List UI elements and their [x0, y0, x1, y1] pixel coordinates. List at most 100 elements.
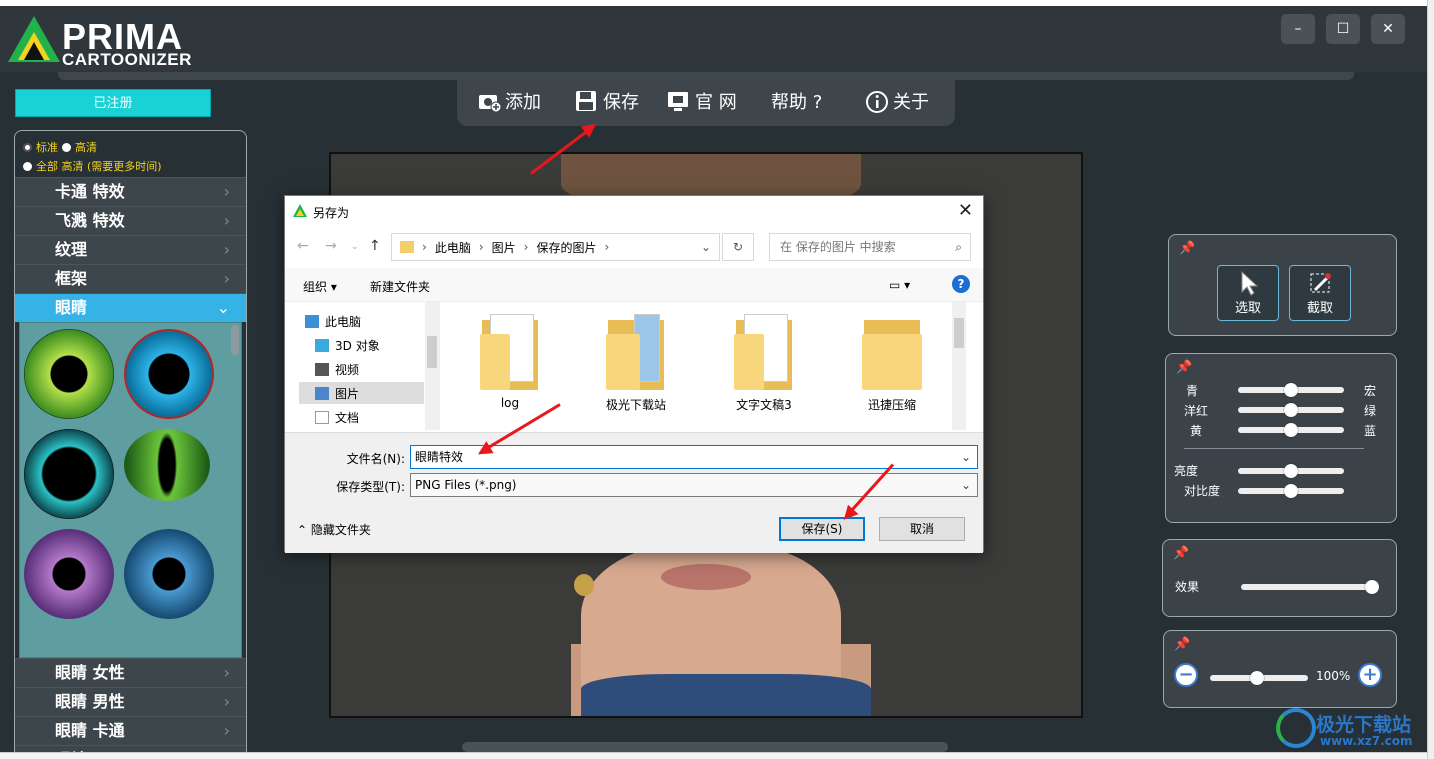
eye-thumb-blue2[interactable] — [124, 529, 214, 619]
forward-arrow-icon[interactable]: → — [325, 238, 337, 254]
back-arrow-icon[interactable]: ← — [297, 238, 309, 254]
pin-icon[interactable]: 📌 — [1179, 241, 1195, 256]
magenta-green-slider[interactable] — [1238, 403, 1344, 417]
category-label: 眼睛 男性 — [55, 692, 125, 711]
new-folder-button[interactable]: 新建文件夹 — [370, 278, 430, 295]
breadcrumb-item[interactable]: 保存的图片 — [536, 239, 596, 256]
close-button[interactable]: ✕ — [1371, 14, 1405, 44]
hide-folders-toggle[interactable]: ⌃ 隐藏文件夹 — [297, 521, 371, 538]
refresh-icon[interactable]: ↻ — [722, 233, 754, 261]
registered-button[interactable]: 已注册 — [15, 89, 211, 117]
cyan-red-slider[interactable] — [1238, 383, 1344, 397]
watermark: 极光下载站 www.xz7.com — [1272, 706, 1432, 754]
recent-chevron-icon[interactable]: ⌄ — [351, 242, 359, 252]
category-label: 眼睛 卡通 — [55, 721, 125, 740]
pin-icon[interactable]: 📌 — [1174, 637, 1190, 652]
radio-standard[interactable] — [23, 142, 32, 152]
page-scrollbar[interactable] — [1427, 0, 1434, 759]
select-tool-button[interactable]: 选取 — [1217, 265, 1279, 321]
thumb-scrollbar[interactable] — [231, 325, 239, 355]
folder-item[interactable]: log — [450, 312, 570, 410]
zoom-in-icon[interactable]: + — [1358, 663, 1382, 687]
category-splash[interactable]: 飞溅 特效 › — [15, 206, 246, 235]
nav-videos[interactable]: 视频 — [299, 358, 424, 380]
cube-icon — [315, 338, 329, 352]
eyedropper-icon — [1310, 273, 1331, 293]
minimize-button[interactable]: – — [1281, 14, 1315, 44]
nav-scrollbar[interactable] — [425, 302, 439, 430]
organize-button[interactable]: 组织 ▾ — [303, 278, 337, 295]
nav-documents[interactable]: 文档 — [299, 406, 424, 428]
radio-all-hd[interactable] — [23, 161, 32, 171]
menu-website-label: 官 网 — [695, 92, 737, 113]
eye-thumb-teal[interactable] — [24, 429, 114, 519]
nav-pictures[interactable]: 图片 — [299, 382, 424, 404]
chevron-down-icon: ⌄ — [216, 298, 230, 317]
yellow-blue-slider[interactable] — [1238, 423, 1344, 437]
up-arrow-icon[interactable]: ↑ — [369, 238, 381, 254]
category-eyes-female[interactable]: 眼睛 女性 › — [15, 658, 246, 687]
radio-hd-label: 高清 — [75, 141, 97, 154]
app-logo: PRIMA CARTOONIZER — [6, 12, 196, 69]
radio-hd[interactable] — [62, 142, 71, 152]
dialog-close-icon[interactable]: ✕ — [958, 200, 973, 221]
zoom-slider[interactable] — [1210, 671, 1308, 685]
brightness-slider[interactable] — [1238, 464, 1344, 478]
category-frame[interactable]: 框架 › — [15, 264, 246, 293]
pin-icon[interactable]: 📌 — [1176, 360, 1192, 375]
category-glasses[interactable]: 眼镜› — [15, 745, 246, 752]
folder-item[interactable]: 极光下载站 — [576, 312, 696, 413]
chevron-down-icon[interactable]: ⌄ — [961, 446, 971, 468]
menu-about[interactable]: 关于 — [865, 88, 929, 114]
canvas-scrollbar[interactable] — [462, 742, 948, 752]
breadcrumb-item[interactable]: 此电脑 — [435, 239, 471, 256]
category-texture[interactable]: 纹理 › — [15, 235, 246, 264]
cancel-button[interactable]: 取消 — [879, 517, 965, 541]
folder-item[interactable]: 迅捷压缩 — [832, 312, 952, 413]
nav-this-pc[interactable]: 此电脑 — [299, 310, 424, 332]
camera-add-icon — [477, 90, 502, 113]
category-eyes[interactable]: 眼睛 ⌄ — [15, 293, 246, 322]
address-bar[interactable]: › 此电脑 › 图片 › 保存的图片 › ⌄ — [391, 233, 720, 261]
search-input[interactable]: 在 保存的图片 中搜索 ⌕ — [769, 233, 971, 261]
floppy-disk-icon — [575, 90, 599, 112]
effect-slider[interactable] — [1241, 580, 1379, 594]
watermark-url: www.xz7.com — [1320, 734, 1413, 748]
eye-thumb-blue[interactable] — [124, 329, 214, 419]
quality-options: 标准 高清 全部 高清 (需要更多时间) — [15, 131, 246, 177]
nav-3d-objects[interactable]: 3D 对象 — [299, 334, 424, 356]
menu-website[interactable]: 官 网 — [667, 88, 737, 114]
filetype-select[interactable]: PNG Files (*.png) ⌄ — [410, 473, 978, 497]
filename-row: 文件名(N): 眼睛特效 ⌄ — [285, 445, 983, 469]
magenta-label: 洋红 — [1184, 404, 1209, 418]
pin-icon[interactable]: 📌 — [1173, 546, 1189, 561]
eye-thumb-reptile[interactable] — [124, 429, 210, 501]
eye-thumbnails — [19, 322, 242, 658]
filetype-label: 保存类型(T): — [336, 480, 405, 494]
eye-thumb-green[interactable] — [24, 329, 114, 419]
chevron-down-icon[interactable]: ⌄ — [961, 474, 971, 496]
menu-add[interactable]: 添加 — [477, 88, 541, 114]
crop-tool-button[interactable]: 截取 — [1289, 265, 1351, 321]
files-scrollbar[interactable] — [952, 302, 966, 430]
address-dropdown-icon[interactable]: ⌄ — [701, 240, 711, 254]
category-eyes-male[interactable]: 眼睛 男性 › — [15, 687, 246, 716]
maximize-button[interactable]: ☐ — [1326, 14, 1360, 44]
help-icon[interactable]: ? — [952, 275, 970, 293]
folder-icon — [604, 312, 668, 392]
eye-thumb-purple[interactable] — [24, 529, 114, 619]
menu-save[interactable]: 保存 — [575, 88, 639, 114]
breadcrumb-item[interactable]: 图片 — [492, 239, 516, 256]
contrast-slider[interactable] — [1238, 484, 1344, 498]
view-options-icon[interactable]: ▭ ▾ — [889, 278, 910, 292]
category-eyes-cartoon[interactable]: 眼睛 卡通 › — [15, 716, 246, 745]
menu-help-label: 帮助 ? — [771, 92, 823, 113]
folder-item[interactable]: 文字文稿3 — [704, 312, 824, 413]
zoom-out-icon[interactable]: − — [1174, 663, 1198, 687]
zoom-value: 100% — [1316, 669, 1351, 683]
menu-help[interactable]: 帮助 ? — [771, 88, 822, 114]
watermark-logo-icon — [1276, 708, 1316, 748]
cyan-label: 青 — [1186, 384, 1199, 398]
category-cartoon[interactable]: 卡通 特效 › — [15, 177, 246, 206]
folder-icon — [400, 241, 414, 253]
